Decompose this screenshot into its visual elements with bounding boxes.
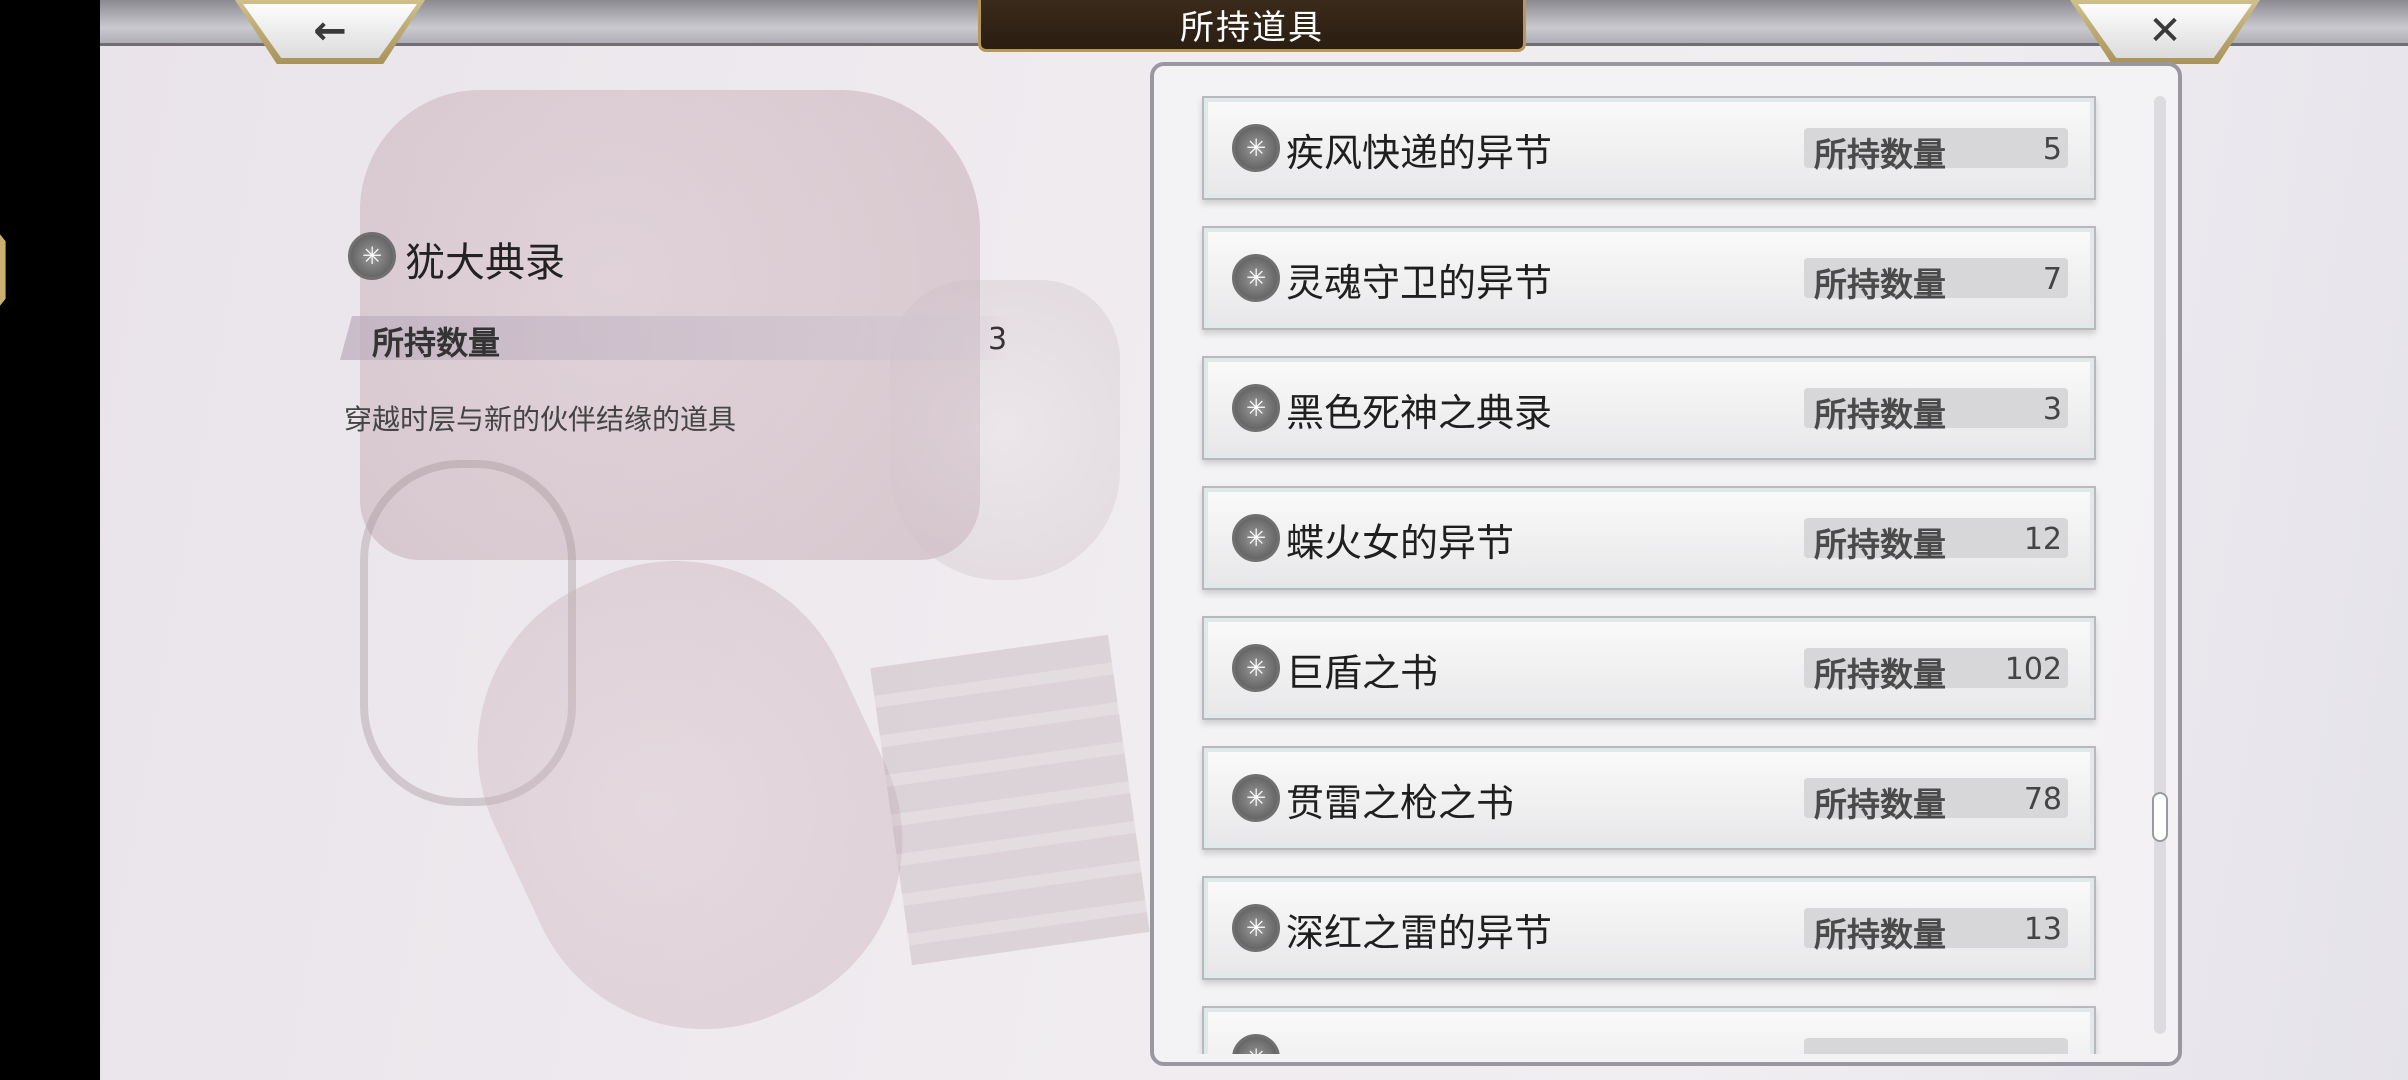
quantity-value: 78 — [2023, 782, 2062, 817]
item-row[interactable]: ✳ 疾风快递的异节 所持数量 5 — [1202, 96, 2096, 200]
item-list[interactable]: ✳ 疾风快递的异节 所持数量 5 ✳ 灵魂守卫的异节 所持数量 7 ✳ 黑色死神之典录 所持数量 3 ✳… — [1154, 96, 2154, 1054]
quantity-value: 12 — [2023, 522, 2062, 557]
book-icon: ✳ — [1232, 644, 1280, 692]
detail-quantity-value: 3 — [988, 322, 1008, 357]
quantity-pill — [1804, 1038, 2068, 1054]
quantity-value: 3 — [2042, 392, 2062, 427]
item-row[interactable]: ✳ 深红之雷的异节 所持数量 13 — [1202, 876, 2096, 980]
item-name: 疾风快递的异节 — [1286, 131, 1553, 175]
item-name: 蝶火女的异节 — [1286, 521, 1515, 565]
scrollbar-thumb[interactable] — [2152, 792, 2168, 842]
book-icon: ✳ — [1232, 124, 1280, 172]
quantity-value: 13 — [2023, 912, 2062, 947]
quantity-label: 所持数量 — [1814, 135, 1946, 174]
side-edge-tab[interactable] — [0, 222, 6, 318]
close-icon: ✕ — [2148, 8, 2182, 54]
book-icon: ✳ — [348, 232, 396, 280]
book-icon: ✳ — [1232, 514, 1280, 562]
scrollbar-track[interactable] — [2152, 96, 2168, 1034]
item-list-panel[interactable]: ✳ 疾风快递的异节 所持数量 5 ✳ 灵魂守卫的异节 所持数量 7 ✳ 黑色死神之典录 所持数量 3 ✳… — [1150, 62, 2182, 1066]
background-books-art — [870, 634, 1150, 966]
book-icon: ✳ — [1232, 904, 1280, 952]
quantity-value: 7 — [2042, 262, 2062, 297]
book-icon: ✳ — [1232, 384, 1280, 432]
page-title: 所持道具 — [1180, 8, 1324, 48]
detail-quantity-label: 所持数量 — [372, 324, 501, 362]
book-icon: ✳ — [1232, 254, 1280, 302]
quantity-label: 所持数量 — [1814, 525, 1946, 564]
quantity-label: 所持数量 — [1814, 395, 1946, 434]
quantity-label: 所持数量 — [1814, 265, 1946, 304]
item-name: 灵魂守卫的异节 — [1286, 261, 1553, 305]
item-row[interactable]: ✳ 灵魂守卫的异节 所持数量 7 — [1202, 226, 2096, 330]
quantity-value: 102 — [2004, 652, 2062, 687]
detail-description: 穿越时层与新的伙伴结缘的道具 — [344, 403, 737, 436]
item-row[interactable]: ✳ 黑色死神之典录 所持数量 3 — [1202, 356, 2096, 460]
book-icon: ✳ — [1232, 774, 1280, 822]
item-row[interactable]: ✳ 巨盾之书 所持数量 102 — [1202, 616, 2096, 720]
quantity-label: 所持数量 — [1814, 785, 1946, 824]
item-row[interactable]: ✳ 蝶火女的异节 所持数量 12 — [1202, 486, 2096, 590]
item-row[interactable]: ✳ 贯雷之枪之书 所持数量 78 — [1202, 746, 2096, 850]
back-arrow-icon: ← — [313, 8, 347, 54]
item-name: 贯雷之枪之书 — [1286, 781, 1515, 825]
inventory-screen: ← 所持道具 ✕ ✳ 犹大典录 所持数量 3 穿越时层与新的伙伴结缘的道具 ✳ 疾… — [100, 0, 2408, 1080]
item-name: 深红之雷的异节 — [1286, 911, 1553, 955]
close-button[interactable]: ✕ — [2070, 0, 2260, 64]
book-icon: ✳ — [1232, 1034, 1280, 1054]
back-button[interactable]: ← — [235, 0, 425, 64]
detail-item-name: 犹大典录 — [405, 240, 565, 286]
quantity-value: 5 — [2042, 132, 2062, 167]
quantity-label: 所持数量 — [1814, 655, 1946, 694]
page-title-plate: 所持道具 — [978, 0, 1526, 52]
item-row[interactable]: ✳ — [1202, 1006, 2096, 1054]
item-name: 巨盾之书 — [1286, 651, 1439, 695]
item-name: 黑色死神之典录 — [1286, 391, 1553, 435]
quantity-label: 所持数量 — [1814, 915, 1946, 954]
